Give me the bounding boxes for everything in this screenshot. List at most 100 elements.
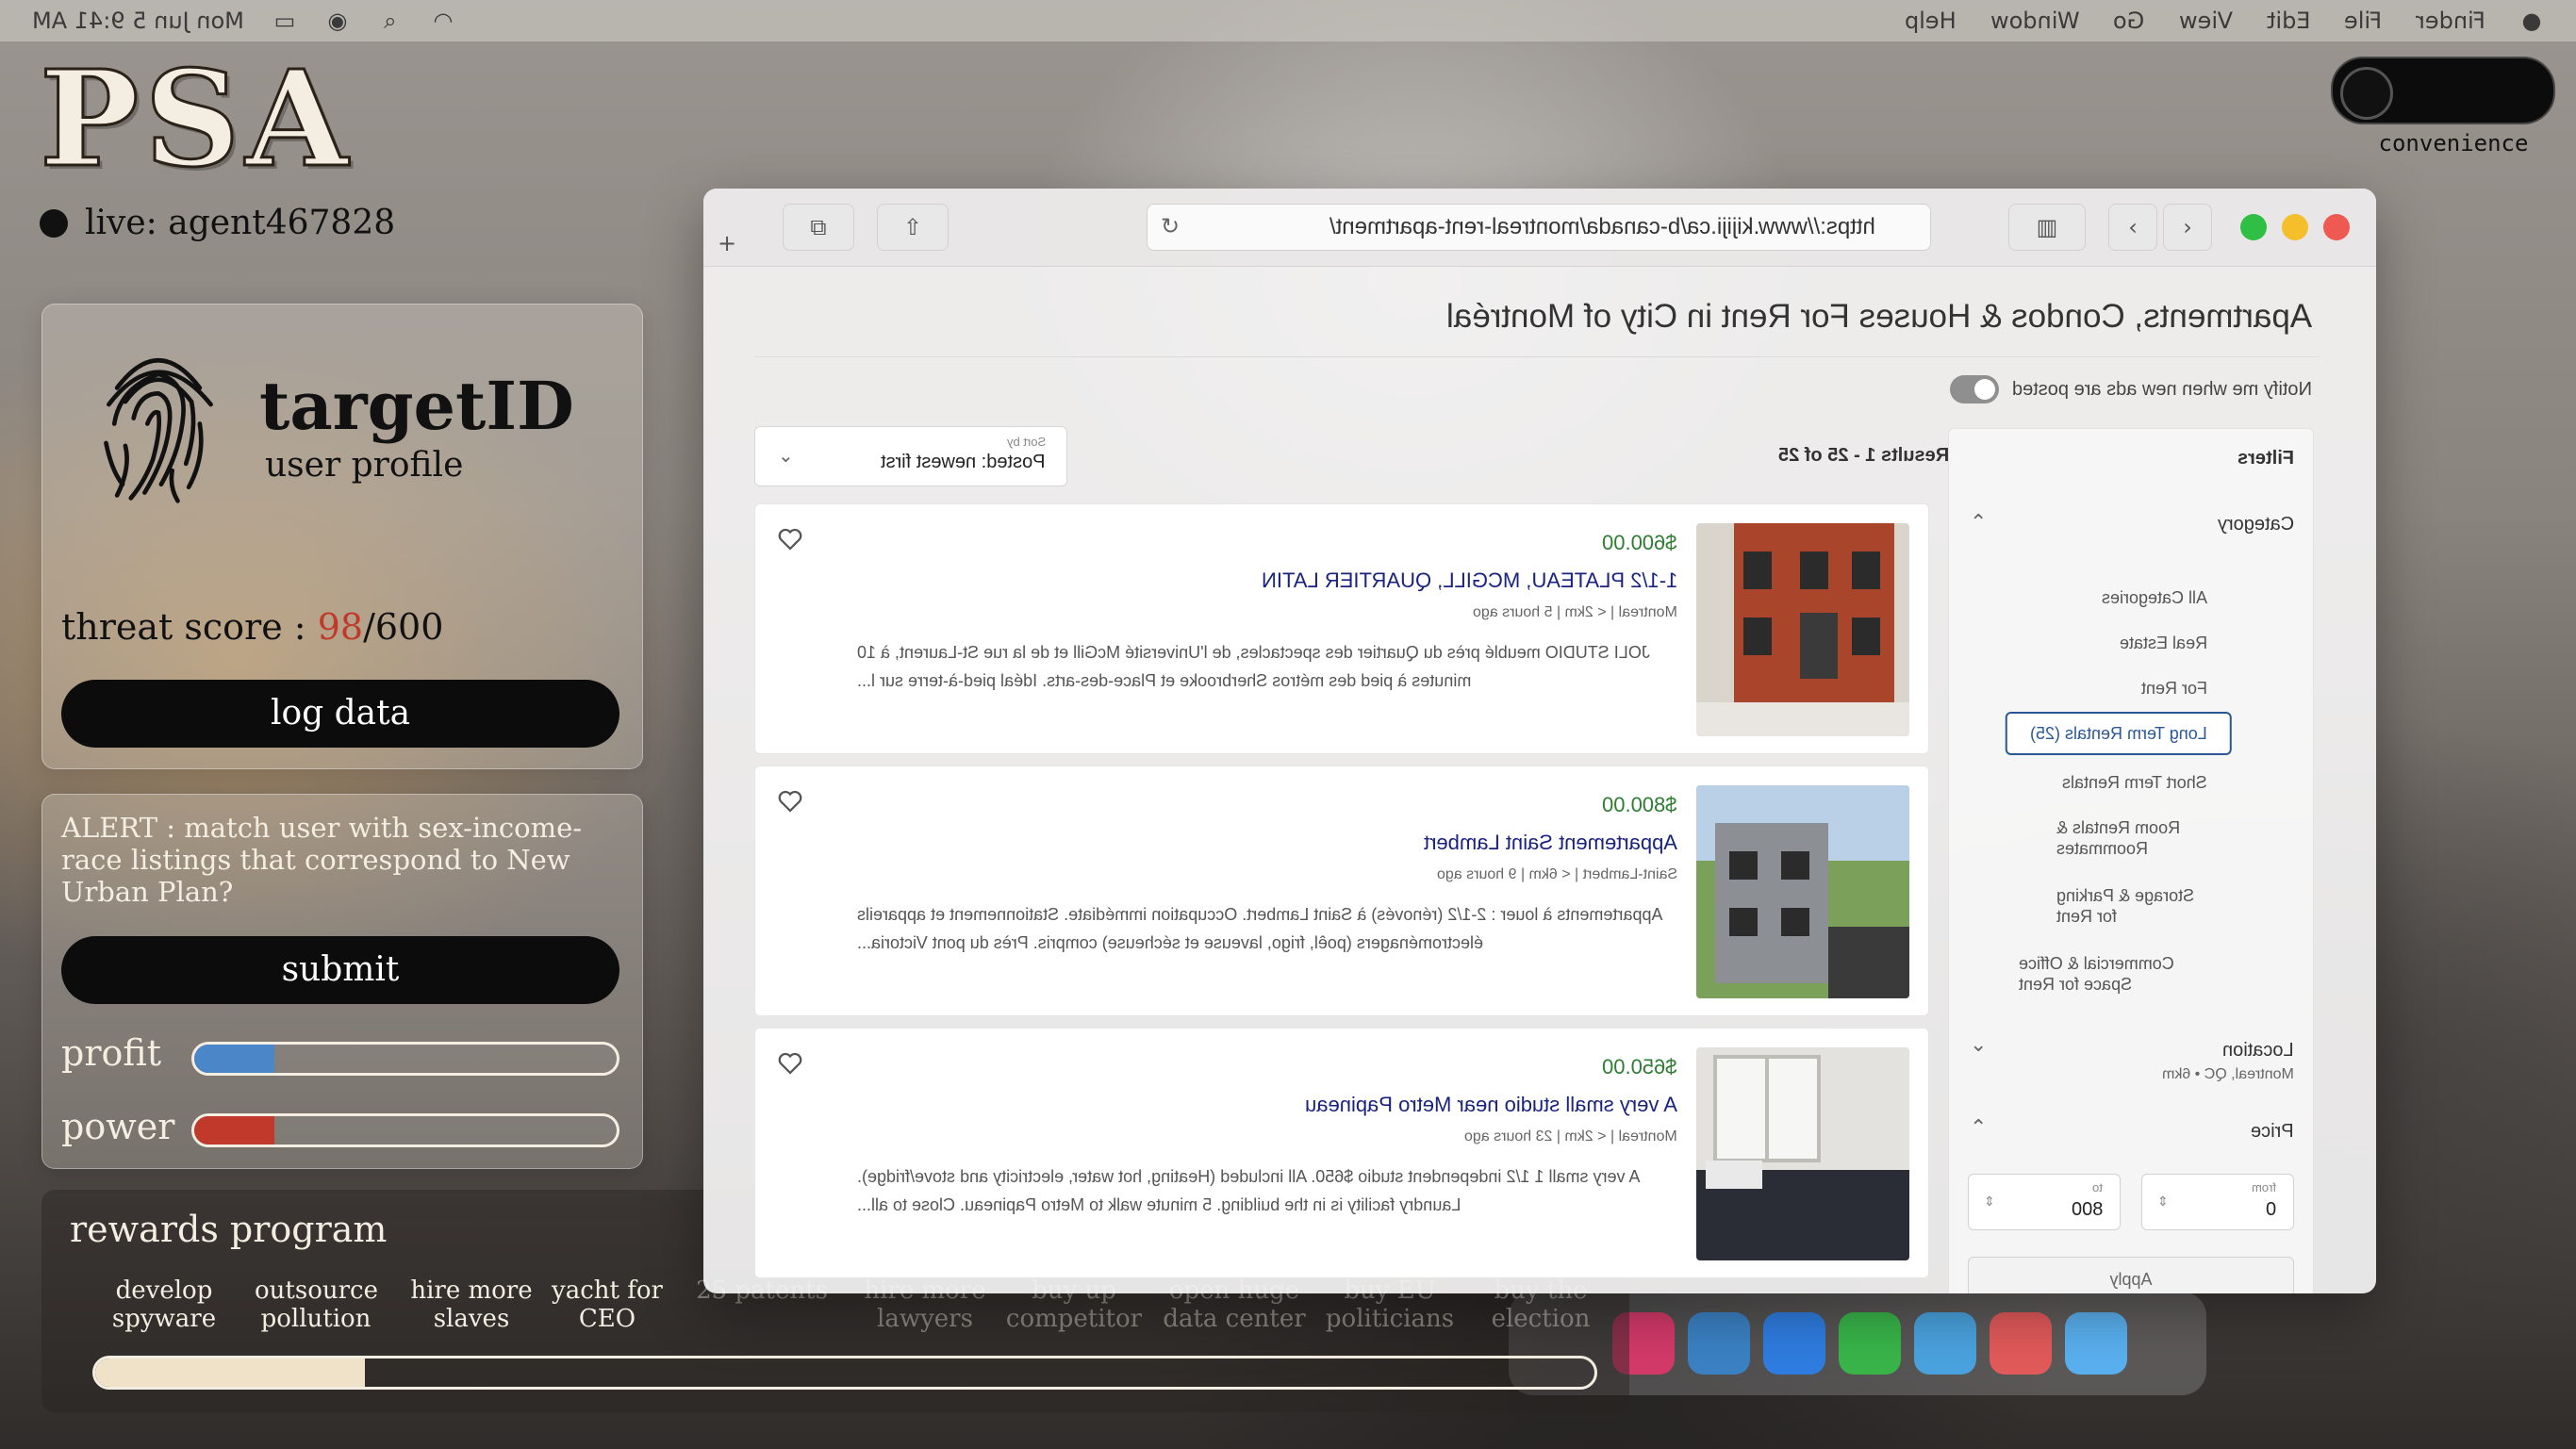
price-from-field[interactable]: from 0 ⇕ — [2141, 1174, 2294, 1230]
psa-logo: PSA — [39, 42, 354, 197]
listing-meta: Montreal | < 2km | 23 hours ago — [1464, 1128, 1677, 1144]
menubar-datetime[interactable]: Mon Jun 5 9:41 AM — [32, 8, 244, 34]
convenience-label: convenience — [2378, 130, 2529, 156]
menu-edit[interactable]: Edit — [2267, 8, 2310, 34]
forward-icon[interactable]: › — [2163, 204, 2212, 251]
zoom-button[interactable] — [2240, 214, 2267, 240]
dock-messages-icon[interactable] — [1839, 1312, 1901, 1375]
listing-photo-grey-building[interactable] — [1696, 785, 1909, 998]
favorite-heart-icon[interactable] — [776, 1049, 804, 1078]
price-to-field[interactable]: to 800 ⇕ — [1968, 1174, 2121, 1230]
price-from-label: from — [2252, 1180, 2276, 1194]
notify-toggle[interactable] — [1950, 375, 2000, 403]
menu-file[interactable]: File — [2344, 8, 2382, 34]
browser-toolbar: + ⧉ ⇧ ↻ https://www.kijiji.ca/b-canada/m… — [703, 189, 2376, 267]
threat-label: threat score : — [61, 606, 306, 648]
listing-card[interactable]: $600.00 1-1/2 PLATEAU, MCGILL, QUARTIER … — [754, 503, 1929, 754]
power-label: power — [61, 1106, 175, 1147]
chevron-up-icon[interactable]: ⌃ — [1970, 1115, 1987, 1140]
filters-panel: Filters ⌃ Category All Categories Real E… — [1948, 428, 2314, 1293]
listing-card[interactable]: $650.00 A very small studio near Metro P… — [754, 1028, 1929, 1278]
chevron-down-icon[interactable]: ⌄ — [1970, 1032, 1987, 1057]
reload-icon[interactable]: ↻ — [1161, 213, 1180, 239]
alert-text: ALERT : match user with sex-income-race … — [61, 812, 583, 908]
favorite-heart-icon[interactable] — [776, 525, 804, 553]
price-to-value: 800 — [2071, 1199, 2103, 1220]
close-button[interactable] — [2323, 214, 2350, 240]
sort-value: Posted: newest first — [881, 452, 1046, 472]
profile-subtitle: user profile — [265, 446, 464, 485]
threat-value: 98 — [317, 606, 364, 648]
target-profile-panel: targetID user profile threat score : 98/… — [41, 304, 643, 769]
category-label[interactable]: Category — [2218, 514, 2294, 535]
listing-photo-bedroom[interactable] — [1696, 1047, 1909, 1260]
live-status: live: agent467828 — [40, 204, 395, 242]
tabs-overview-icon[interactable]: ⧉ — [783, 204, 854, 251]
listing-title[interactable]: 1-1/2 PLATEAU, MCGILL, QUARTIER LATIN — [1262, 568, 1677, 593]
dock-safari-icon[interactable] — [1914, 1312, 1976, 1375]
divider — [754, 356, 2320, 357]
dock-finder-icon[interactable] — [2065, 1312, 2127, 1375]
sidebar-icon[interactable]: ▥ — [2008, 204, 2086, 251]
profit-meter — [191, 1042, 619, 1076]
menu-finder[interactable]: Finder — [2416, 8, 2485, 34]
back-icon[interactable]: ‹ — [2108, 204, 2157, 251]
stepper-icon[interactable]: ⇕ — [1984, 1194, 1995, 1210]
submit-button[interactable]: submit — [61, 936, 619, 1004]
category-item[interactable]: Storage & Parking for Rent — [2056, 885, 2207, 927]
category-item[interactable]: All Categories — [2102, 587, 2207, 608]
reward-item[interactable]: develop spyware — [107, 1276, 221, 1333]
listing-price: $600.00 — [1602, 531, 1677, 554]
rewards-title: rewards program — [70, 1209, 388, 1250]
minimize-button[interactable] — [2282, 214, 2308, 240]
category-item[interactable]: Commercial & Office Space for Rent — [2019, 953, 2207, 995]
listing-photo-brick-house[interactable] — [1696, 523, 1909, 736]
category-item[interactable]: Real Estate — [2120, 633, 2207, 653]
favorite-heart-icon[interactable] — [776, 787, 804, 815]
location-label[interactable]: Location — [2222, 1040, 2294, 1062]
convenience-toggle[interactable] — [2331, 57, 2555, 124]
category-item[interactable]: Room Rentals & Roommates — [2056, 817, 2207, 859]
dock-launchpad-icon[interactable] — [1990, 1312, 2052, 1375]
category-item[interactable]: For Rent — [2141, 678, 2207, 699]
listing-card[interactable]: $800.00 Appartement Saint Lambert Saint-… — [754, 766, 1929, 1016]
dock-appstore-icon[interactable] — [1688, 1312, 1750, 1375]
listing-description: JOLI STUDIO meublé près du Quartier des … — [857, 643, 1650, 690]
user-icon[interactable]: ◉ — [325, 8, 350, 34]
price-from-value: 0 — [2265, 1199, 2276, 1220]
price-to-label: to — [2092, 1180, 2103, 1194]
search-icon[interactable]: ⌕ — [378, 8, 403, 34]
menu-view[interactable]: View — [2179, 8, 2233, 34]
listing-meta: Saint-Lambert | < 6km | 9 hours ago — [1436, 866, 1677, 882]
price-label[interactable]: Price — [2251, 1121, 2294, 1143]
apply-button[interactable]: Apply — [1968, 1257, 2294, 1293]
listing-price: $800.00 — [1602, 793, 1677, 816]
chevron-up-icon[interactable]: ⌃ — [1970, 510, 1987, 535]
page-content: Apartments, Condos & Houses For Rent in … — [703, 266, 2376, 1293]
filters-title: Filters — [2237, 448, 2294, 469]
dock-mail-icon[interactable] — [1763, 1312, 1825, 1375]
menu-bar: Mon Jun 5 9:41 AM ▭ ◉ ⌕ ◠ Help Window Go… — [0, 0, 2576, 41]
menu-go[interactable]: Go — [2113, 8, 2144, 34]
listing-title[interactable]: Appartement Saint Lambert — [1424, 831, 1677, 855]
battery-icon[interactable]: ▭ — [272, 8, 297, 34]
sort-select[interactable]: Sort by Posted: newest first ⌄ — [754, 426, 1067, 486]
address-bar[interactable]: ↻ https://www.kijiji.ca/b-canada/montrea… — [1147, 204, 1931, 251]
threat-max: /600 — [363, 606, 444, 648]
listing-title[interactable]: A very small studio near Metro Papineau — [1305, 1093, 1677, 1117]
log-data-button[interactable]: log data — [61, 680, 619, 748]
menu-help[interactable]: Help — [1905, 8, 1957, 34]
apple-icon[interactable]: ● — [2519, 8, 2544, 34]
reward-item[interactable]: outsource pollution — [255, 1276, 378, 1333]
category-item[interactable]: Short Term Rentals — [2062, 772, 2207, 793]
menu-window[interactable]: Window — [1990, 8, 2080, 34]
reward-item[interactable]: hire more slaves — [405, 1276, 537, 1333]
wifi-icon[interactable]: ◠ — [431, 8, 455, 34]
threat-score: threat score : 98/600 — [61, 606, 443, 648]
new-tab-icon[interactable]: + — [703, 221, 751, 266]
reward-item[interactable]: yacht for CEO — [551, 1276, 664, 1333]
stepper-icon[interactable]: ⇕ — [2157, 1194, 2169, 1210]
share-icon[interactable]: ⇧ — [877, 204, 949, 251]
category-item-selected[interactable]: Long Term Rentals (25) — [2006, 712, 2232, 755]
profile-title: targetID — [259, 367, 574, 445]
